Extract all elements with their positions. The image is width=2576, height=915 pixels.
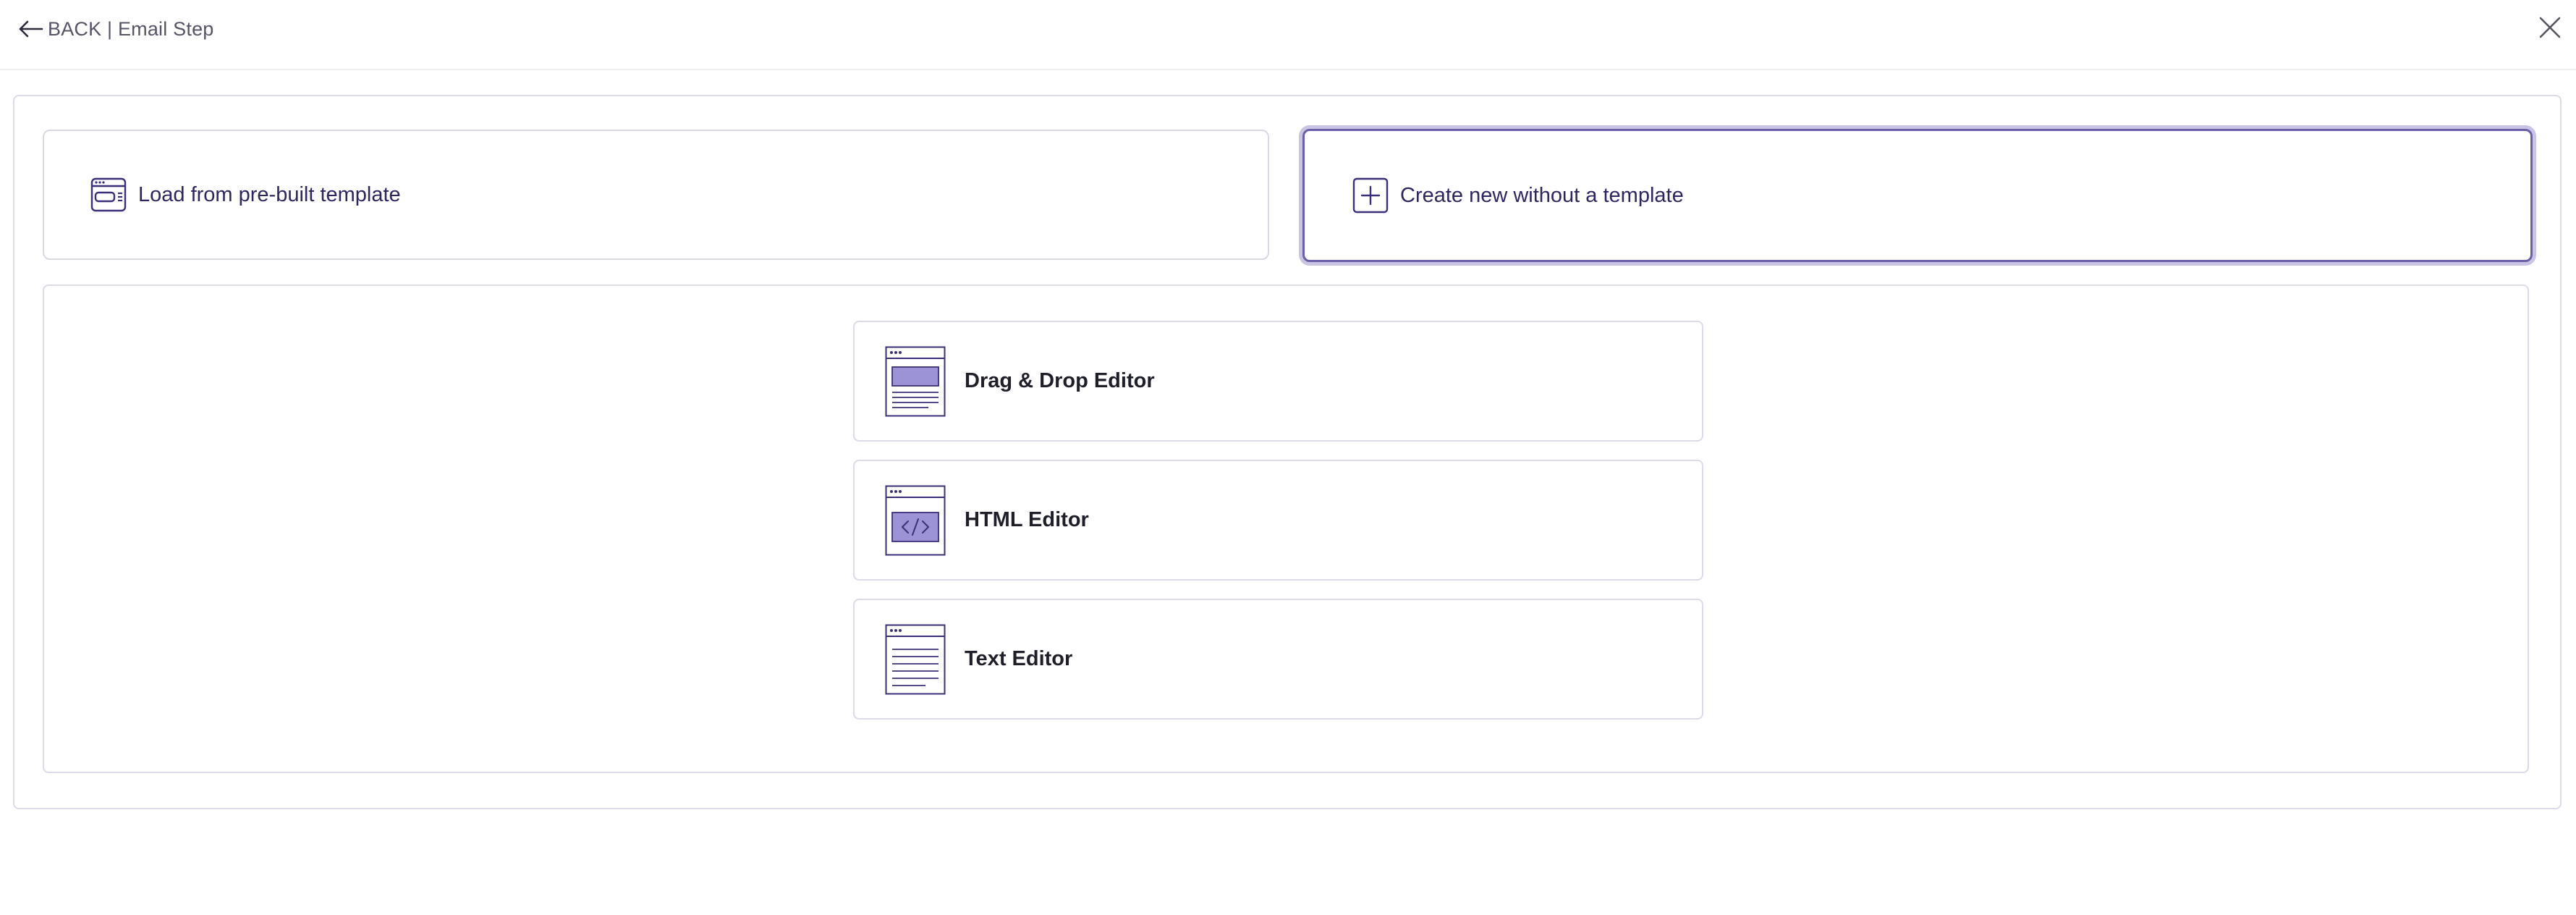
template-icon bbox=[90, 177, 127, 212]
drag-drop-editor-label: Drag & Drop Editor bbox=[965, 369, 1155, 392]
drag-drop-editor-card[interactable]: Drag & Drop Editor bbox=[853, 321, 1703, 442]
html-editor-label: HTML Editor bbox=[965, 508, 1089, 531]
back-button[interactable]: BACK | Email Step bbox=[17, 14, 214, 43]
html-editor-icon bbox=[885, 485, 946, 555]
html-editor-card[interactable]: HTML Editor bbox=[853, 460, 1703, 581]
load-template-option[interactable]: Load from pre-built template bbox=[43, 130, 1269, 260]
text-editor-icon bbox=[885, 624, 946, 694]
top-bar: BACK | Email Step bbox=[0, 0, 2576, 70]
create-new-label: Create new without a template bbox=[1400, 183, 1684, 207]
create-new-option[interactable]: Create new without a template bbox=[1302, 129, 2533, 262]
back-label: BACK | Email Step bbox=[48, 17, 214, 40]
text-editor-label: Text Editor bbox=[965, 647, 1073, 670]
text-editor-card[interactable]: Text Editor bbox=[853, 599, 1703, 720]
plus-square-icon bbox=[1352, 177, 1389, 214]
drag-drop-editor-icon bbox=[885, 346, 946, 416]
close-icon[interactable] bbox=[2538, 16, 2562, 39]
load-template-label: Load from pre-built template bbox=[138, 182, 401, 206]
arrow-left-icon bbox=[19, 20, 43, 38]
